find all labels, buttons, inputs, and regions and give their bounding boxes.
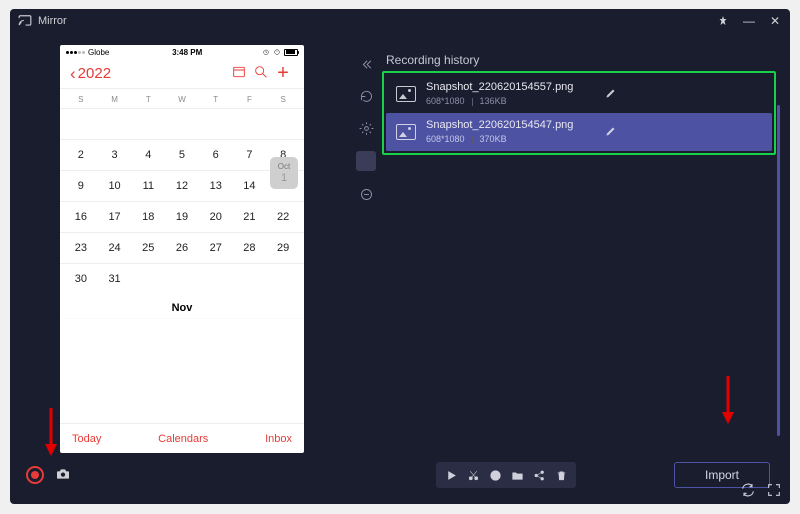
alarm-icon: [262, 48, 270, 56]
info-button[interactable]: [486, 466, 504, 484]
calendar-grid[interactable]: Oct1: [60, 108, 304, 139]
pin-button[interactable]: [716, 14, 730, 28]
refresh-button[interactable]: [357, 87, 375, 105]
file-name: Snapshot_220620154557.png: [426, 81, 573, 94]
app-window: Mirror — ✕ Globe 3:48 PM: [10, 9, 790, 504]
remove-button[interactable]: [357, 185, 375, 203]
signal-icon: [66, 51, 85, 54]
app-corner-controls: [740, 482, 782, 498]
minimize-button[interactable]: —: [742, 14, 756, 28]
clock: 3:48 PM: [112, 48, 262, 57]
fullscreen-button[interactable]: [766, 482, 782, 498]
file-name: Snapshot_220620154547.png: [426, 119, 573, 132]
calendar-footer: Today Calendars Inbox: [60, 423, 304, 453]
file-item[interactable]: Snapshot_220620154557.png 608*1080136KB: [386, 75, 772, 113]
inbox-button[interactable]: Inbox: [265, 433, 292, 445]
cut-button[interactable]: [464, 466, 482, 484]
file-meta: 608*1080136KB: [426, 96, 573, 107]
capture-controls: [14, 459, 350, 491]
calendar-header: ‹2022 +: [60, 59, 304, 89]
search-button[interactable]: [250, 64, 272, 83]
collapse-panel-button[interactable]: [357, 55, 375, 73]
mirror-panel: Globe 3:48 PM ‹2022 +: [14, 37, 350, 500]
carrier-label: Globe: [88, 48, 109, 57]
folder-button[interactable]: [508, 466, 526, 484]
snapshot-button[interactable]: [54, 466, 72, 485]
scrollbar[interactable]: [777, 105, 780, 436]
share-button[interactable]: [530, 466, 548, 484]
back-year-button[interactable]: ‹2022: [70, 65, 111, 82]
titlebar: Mirror — ✕: [10, 9, 790, 33]
file-meta: 608*1080370KB: [426, 134, 573, 145]
delete-button[interactable]: [552, 466, 570, 484]
file-list-highlight: Snapshot_220620154557.png 608*1080136KB …: [382, 71, 776, 155]
image-icon: [396, 124, 416, 140]
image-icon: [396, 86, 416, 102]
month-badge: Oct1: [270, 157, 298, 189]
annotation-arrow: [720, 376, 736, 432]
panel-tabs: [350, 41, 382, 496]
phone-screen: Globe 3:48 PM ‹2022 +: [60, 45, 304, 453]
rotate-button[interactable]: [740, 482, 756, 498]
list-view-button[interactable]: [228, 64, 250, 83]
record-button[interactable]: [26, 466, 44, 484]
ios-statusbar: Globe 3:48 PM: [60, 45, 304, 59]
next-month-label: Nov: [60, 294, 304, 318]
action-bar: Import: [436, 462, 770, 488]
orientation-lock-icon: [273, 48, 281, 56]
rename-icon[interactable]: [605, 125, 617, 140]
file-item[interactable]: Snapshot_220620154547.png 608*1080370KB: [386, 113, 772, 151]
history-tab[interactable]: [356, 151, 376, 171]
rename-icon[interactable]: [605, 87, 617, 102]
today-button[interactable]: Today: [72, 433, 101, 445]
action-icons: [436, 462, 576, 488]
panel-title: Recording history: [382, 41, 780, 71]
battery-icon: [284, 49, 298, 56]
settings-button[interactable]: [357, 119, 375, 137]
calendars-button[interactable]: Calendars: [101, 433, 265, 445]
annotation-arrow: [43, 408, 59, 464]
close-button[interactable]: ✕: [768, 14, 782, 28]
main-area: Globe 3:48 PM ‹2022 +: [10, 33, 790, 504]
cast-icon: [18, 14, 32, 28]
play-button[interactable]: [442, 466, 460, 484]
add-event-button[interactable]: +: [272, 62, 294, 85]
weekday-row: S M T W T F S: [60, 89, 304, 108]
app-title: Mirror: [38, 15, 67, 27]
